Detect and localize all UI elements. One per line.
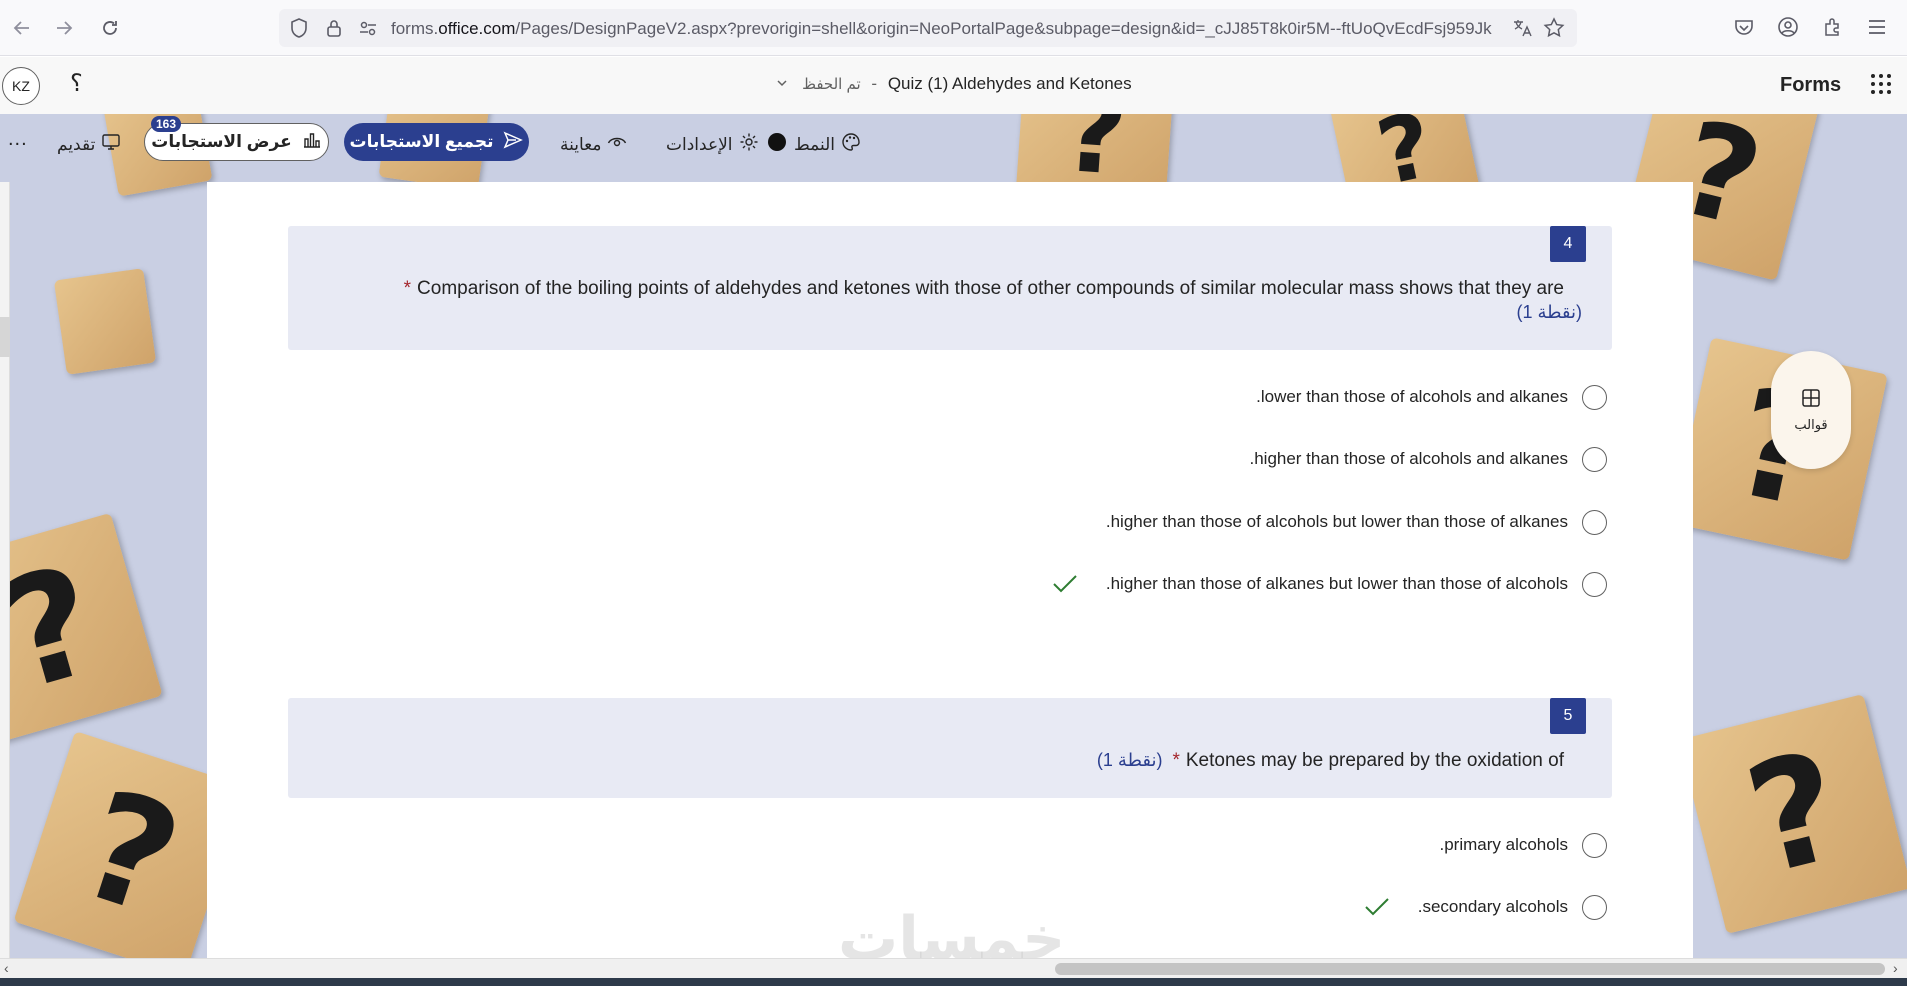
background-tile: ? (1678, 693, 1907, 935)
form-title[interactable]: Quiz (1) Aldehydes and Ketones (888, 74, 1132, 93)
correct-check-icon (1052, 574, 1078, 594)
required-mark: * (403, 278, 412, 299)
background-tile: ? (0, 512, 163, 746)
monitor-icon (101, 132, 121, 157)
option-text: .secondary alcohols (1417, 897, 1568, 916)
radio-button[interactable] (1582, 571, 1607, 597)
layout-icon (1801, 388, 1821, 411)
question-points: (1 نقطة) (1096, 750, 1163, 770)
option-text: .higher than those of alkanes but lower … (1105, 574, 1568, 593)
url-text: forms.office.com/Pages/DesignPageV2.aspx… (391, 19, 1492, 38)
more-options-icon[interactable]: ... (8, 128, 28, 151)
radio-button[interactable] (1582, 384, 1607, 410)
back-icon[interactable] (8, 14, 36, 42)
form-card: 4 * Comparison of the boiling points of a… (207, 182, 1693, 978)
gear-icon (739, 132, 759, 157)
option-row[interactable]: .higher than those of alcohols and alkan… (1249, 446, 1607, 472)
forward-icon[interactable] (50, 14, 78, 42)
option-row[interactable]: .lower than those of alcohols and alkane… (1256, 384, 1607, 410)
question-number: 4 (1550, 226, 1586, 262)
question-5-header[interactable]: 5 (1 نقطة) * Ketones may be prepared by th… (288, 698, 1612, 798)
pocket-icon[interactable] (1733, 16, 1757, 40)
eye-icon (607, 132, 627, 157)
scroll-left-icon[interactable]: ‹ (4, 960, 9, 976)
cursor-dot (768, 133, 786, 151)
option-text: .lower than those of alcohols and alkane… (1256, 387, 1568, 406)
permissions-icon[interactable] (357, 17, 379, 39)
extensions-icon[interactable] (1822, 16, 1846, 40)
palette-icon (841, 132, 861, 157)
browser-toolbar: forms.office.com/Pages/DesignPageV2.aspx… (0, 0, 1907, 56)
option-row[interactable]: .secondary alcohols (1364, 894, 1607, 920)
send-icon (503, 130, 524, 155)
shield-icon[interactable] (288, 17, 310, 39)
reload-icon[interactable] (96, 14, 124, 42)
question-number: 5 (1550, 698, 1586, 734)
correct-check-icon (1364, 897, 1390, 917)
question-text: * Comparison of the boiling points of ald… (403, 278, 1564, 299)
chevron-down-icon[interactable] (775, 75, 789, 95)
save-status: تم الحفظ (802, 76, 861, 93)
question-points: (1 نقطة) (1516, 302, 1582, 322)
preview-button[interactable]: معاينة (560, 132, 627, 157)
question-4-header[interactable]: 4 * Comparison of the boiling points of a… (288, 226, 1612, 350)
present-button[interactable]: تقديم (57, 132, 121, 157)
collect-responses-button[interactable]: تجميع الاستجابات (344, 123, 529, 161)
radio-button[interactable] (1582, 446, 1607, 472)
option-row[interactable]: .higher than those of alcohols but lower… (1106, 509, 1607, 535)
horizontal-scrollbar[interactable]: ‹ › (0, 958, 1907, 978)
bookmark-star-icon[interactable] (1543, 17, 1565, 39)
theme-button[interactable]: النمط (794, 132, 861, 157)
avatar[interactable]: KZ (2, 67, 40, 105)
account-icon[interactable] (1777, 16, 1801, 40)
left-strip-thumb[interactable] (0, 317, 10, 357)
title-separator: - (871, 74, 878, 93)
option-row[interactable]: .primary alcohols (1439, 832, 1607, 858)
settings-button[interactable]: الإعدادات (666, 132, 759, 157)
response-count-badge: 163 (151, 116, 182, 132)
taskbar-strip (0, 978, 1907, 986)
option-text: .higher than those of alcohols but lower… (1105, 512, 1568, 531)
radio-button[interactable] (1582, 832, 1607, 858)
templates-button[interactable]: قوالب (1771, 351, 1851, 469)
address-bar[interactable]: forms.office.com/Pages/DesignPageV2.aspx… (279, 9, 1577, 47)
background-tile (53, 268, 157, 375)
scrollbar-thumb[interactable] (1055, 963, 1885, 975)
form-title-bar: تم الحفظ - Quiz (1) Aldehydes and Ketone… (0, 74, 1907, 95)
radio-button[interactable] (1582, 509, 1607, 535)
forms-header: Forms تم الحفظ - Quiz (1) Aldehydes and … (0, 57, 1907, 114)
help-icon[interactable]: ؟ (70, 69, 83, 98)
radio-button[interactable] (1582, 894, 1607, 920)
menu-icon[interactable] (1866, 16, 1890, 40)
translate-icon[interactable] (1511, 17, 1533, 39)
left-scroll-strip[interactable] (0, 182, 10, 978)
option-text: .primary alcohols (1439, 835, 1569, 854)
option-text: .higher than those of alcohols and alkan… (1249, 449, 1568, 468)
lock-icon[interactable] (323, 17, 345, 39)
scroll-right-icon[interactable]: › (1893, 960, 1898, 976)
required-mark: * (1172, 750, 1180, 771)
bar-chart-icon (302, 130, 322, 155)
option-row[interactable]: .higher than those of alkanes but lower … (1052, 571, 1607, 597)
question-text: (1 نقطة) * Ketones may be prepared by the … (1096, 750, 1564, 771)
